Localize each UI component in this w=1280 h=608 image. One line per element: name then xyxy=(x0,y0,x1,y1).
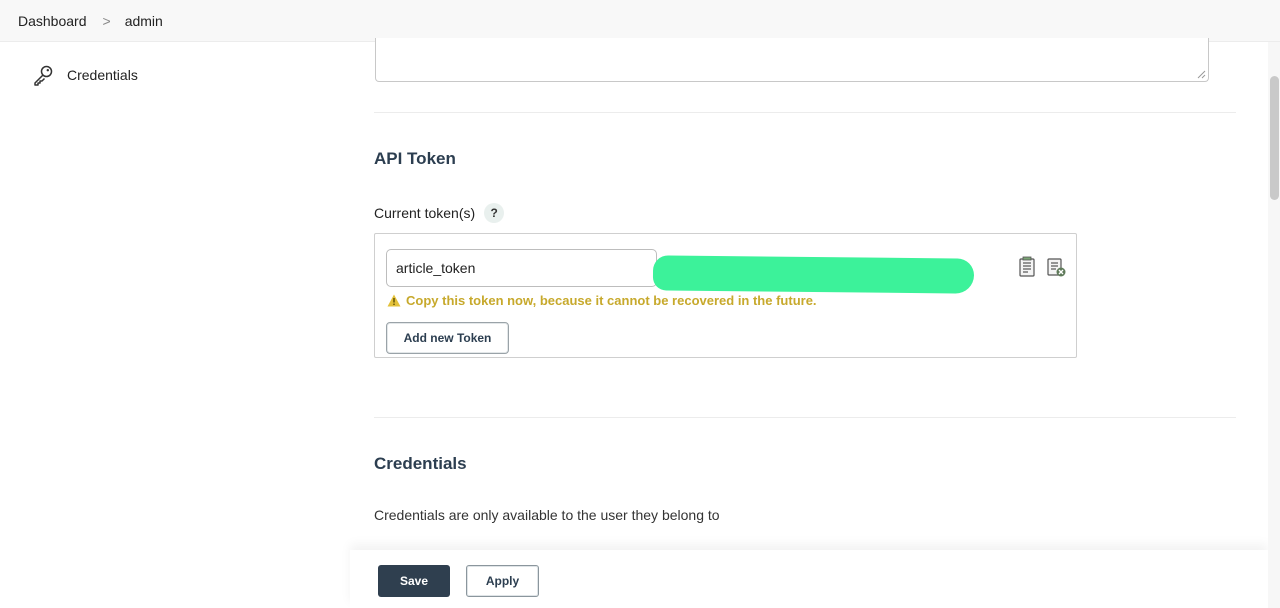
copy-token-icon[interactable] xyxy=(1017,256,1039,278)
credentials-description: Credentials are only available to the us… xyxy=(374,507,720,523)
apply-button[interactable]: Apply xyxy=(466,565,539,597)
token-warning-text: Copy this token now, because it cannot b… xyxy=(406,293,817,308)
sidebar-item-label: Credentials xyxy=(67,67,138,83)
token-panel: Copy this token now, because it cannot b… xyxy=(374,233,1077,358)
scrollbar-thumb[interactable] xyxy=(1270,76,1279,200)
token-warning: Copy this token now, because it cannot b… xyxy=(387,293,817,308)
save-button[interactable]: Save xyxy=(378,565,450,597)
credentials-title: Credentials xyxy=(374,454,467,473)
breadcrumb-admin[interactable]: admin xyxy=(125,13,163,29)
chevron-right-icon: > xyxy=(102,12,111,29)
resize-handle-icon[interactable] xyxy=(1197,70,1206,79)
section-divider xyxy=(374,417,1236,418)
breadcrumb: Dashboard > admin xyxy=(0,0,1280,42)
description-textarea[interactable] xyxy=(375,38,1209,82)
token-name-input[interactable] xyxy=(386,249,657,287)
token-value-redacted xyxy=(652,255,975,294)
current-tokens-label: Current token(s) ? xyxy=(374,203,505,223)
api-token-title: API Token xyxy=(374,149,456,168)
section-divider xyxy=(374,112,1236,113)
help-button[interactable]: ? xyxy=(484,203,505,223)
current-tokens-text: Current token(s) xyxy=(374,205,476,221)
key-icon xyxy=(32,64,54,86)
sidebar-item-credentials[interactable]: Credentials xyxy=(32,62,138,88)
breadcrumb-dashboard[interactable]: Dashboard xyxy=(18,13,87,29)
warning-icon xyxy=(387,294,401,307)
revoke-token-icon[interactable] xyxy=(1045,256,1067,278)
add-new-token-button[interactable]: Add new Token xyxy=(386,322,509,354)
